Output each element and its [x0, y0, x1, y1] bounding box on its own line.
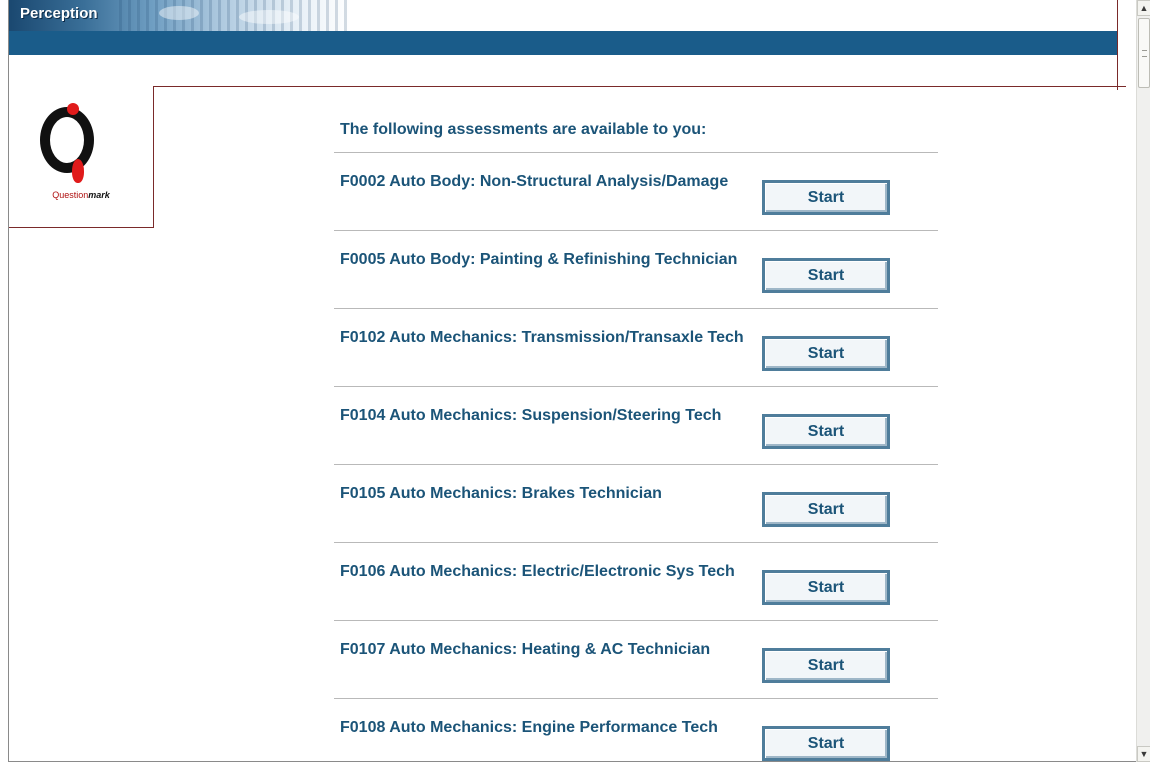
header-divider-horizontal — [153, 86, 1126, 87]
logo-red-dot — [67, 103, 79, 115]
logo-red-tail — [72, 159, 84, 183]
logo-wordmark: Questionmark — [9, 190, 153, 200]
logo-wordmark-plain: Question — [52, 190, 89, 200]
start-button[interactable]: Start — [762, 570, 890, 605]
assessment-row: F0105 Auto Mechanics: Brakes Technician S… — [334, 464, 938, 542]
logo-wordmark-bold: mark — [88, 190, 110, 200]
vertical-scrollbar[interactable]: ▲ ▼ — [1136, 0, 1150, 762]
start-button[interactable]: Start — [762, 414, 890, 449]
assessment-row: F0107 Auto Mechanics: Heating & AC Techn… — [334, 620, 938, 698]
banner-skyline-texture — [119, 0, 349, 31]
assessment-title: F0104 Auto Mechanics: Suspension/Steerin… — [340, 407, 722, 424]
assessment-title: F0002 Auto Body: Non-Structural Analysis… — [340, 173, 729, 190]
assessment-title: F0107 Auto Mechanics: Heating & AC Techn… — [340, 641, 711, 658]
header-top-white — [350, 0, 1117, 31]
assessment-row: F0005 Auto Body: Painting & Refinishing … — [334, 230, 938, 308]
questionmark-logo-icon — [40, 107, 94, 173]
assessment-title: F0005 Auto Body: Painting & Refinishing … — [340, 251, 738, 268]
questionmark-logo: Questionmark — [9, 87, 154, 228]
assessment-title: F0106 Auto Mechanics: Electric/Electroni… — [340, 563, 735, 580]
assessment-row: F0104 Auto Mechanics: Suspension/Steerin… — [334, 386, 938, 464]
chevron-down-icon[interactable]: ▼ — [1137, 746, 1150, 762]
header-banner-image: Perception — [9, 0, 350, 31]
assessment-title: F0102 Auto Mechanics: Transmission/Trans… — [340, 329, 744, 346]
assessment-list: F0002 Auto Body: Non-Structural Analysis… — [334, 152, 938, 776]
start-button[interactable]: Start — [762, 726, 890, 761]
header-divider-vertical — [1117, 0, 1118, 90]
header-bar — [9, 31, 1117, 55]
assessment-row: F0106 Auto Mechanics: Electric/Electroni… — [334, 542, 938, 620]
banner-cloud — [159, 6, 199, 20]
banner-cloud — [239, 10, 299, 24]
start-button[interactable]: Start — [762, 258, 890, 293]
start-button[interactable]: Start — [762, 336, 890, 371]
start-button[interactable]: Start — [762, 492, 890, 527]
app-title: Perception — [20, 5, 98, 22]
start-button[interactable]: Start — [762, 648, 890, 683]
assessment-title: F0105 Auto Mechanics: Brakes Technician — [340, 485, 662, 502]
assessment-row: F0002 Auto Body: Non-Structural Analysis… — [334, 152, 938, 230]
start-button[interactable]: Start — [762, 180, 890, 215]
assessment-title: F0108 Auto Mechanics: Engine Performance… — [340, 719, 718, 736]
scrollbar-grip — [1142, 50, 1147, 57]
scrollbar-thumb[interactable] — [1138, 18, 1150, 88]
assessments-heading: The following assessments are available … — [340, 121, 707, 138]
chevron-up-icon[interactable]: ▲ — [1137, 0, 1150, 16]
assessment-row: F0102 Auto Mechanics: Transmission/Trans… — [334, 308, 938, 386]
assessment-row: F0108 Auto Mechanics: Engine Performance… — [334, 698, 938, 776]
